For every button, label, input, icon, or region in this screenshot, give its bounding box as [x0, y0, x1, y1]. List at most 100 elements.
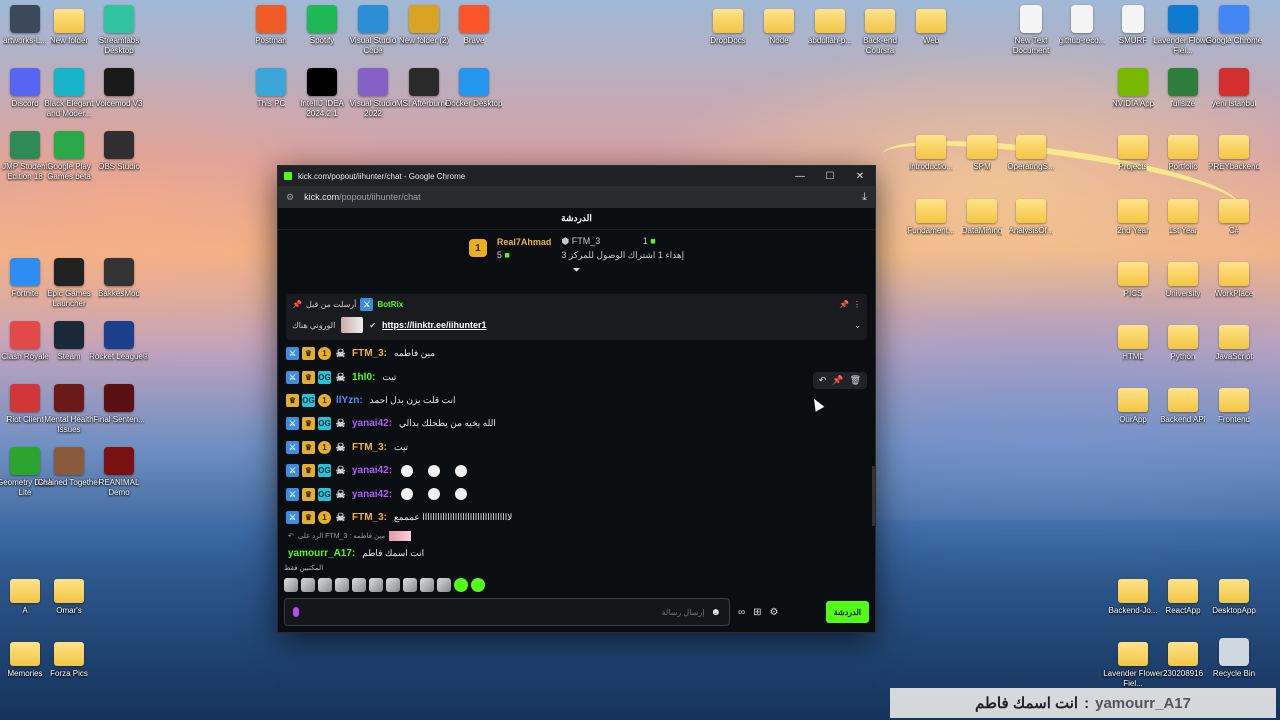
leader-second-name[interactable]: FTM_3 [572, 236, 601, 246]
desktop-icon[interactable]: C# [1202, 195, 1266, 236]
desktop-icon[interactable]: Forza Pics [37, 638, 101, 679]
chat-username[interactable]: FTM_3: [352, 348, 387, 359]
chat-message[interactable]: ⚔ ♛ 1 ☠ FTM_3: مين فاطمه [286, 342, 867, 365]
desktop-icon[interactable]: WorkPlace [1202, 258, 1266, 299]
chat-message[interactable]: ♛ OG 1 llYzn: انت قلت يزن بدل احمد [286, 389, 867, 412]
close-button[interactable]: ✕ [845, 166, 875, 186]
chat-messages: ⚔ ♛ 1 ☠ FTM_3: مين فاطمه ⚔ ♛ OG ☠ 1hl0: تيت ♛ OG 1 llYz… [286, 342, 867, 566]
leader-first-name[interactable]: Real7Ahmad [497, 237, 552, 247]
mic-icon[interactable] [293, 607, 299, 617]
emote-icon[interactable] [454, 578, 468, 592]
pinned-bot-name[interactable]: BotRix [377, 300, 403, 309]
emote-icon[interactable] [471, 578, 485, 592]
desktop-icon[interactable]: AnalysisOf... [999, 195, 1063, 236]
reply-icon[interactable]: ↶ [819, 375, 827, 386]
desktop-icon[interactable]: Brave [442, 5, 506, 46]
chat-username[interactable]: yanai42: [352, 489, 392, 500]
desktop-icon[interactable]: OBS Studio [87, 131, 151, 172]
chevron-down-icon[interactable]: ⌄ [854, 321, 861, 330]
desktop-icon[interactable]: Rocket League® [87, 321, 151, 362]
emoji-icon[interactable]: ☻ [710, 607, 721, 618]
desktop-icon[interactable]: DesktopApp [1202, 575, 1266, 616]
pinned-message-prefix: الوروني هناك [292, 320, 336, 330]
send-chat-button[interactable]: الدردشة [825, 601, 869, 623]
infinity-icon[interactable]: ∞ [738, 607, 745, 618]
desktop-icon[interactable]: OperatingS... [999, 131, 1063, 172]
folder-icon [54, 642, 84, 666]
url-text[interactable]: kick.com/popout/iihunter/chat [304, 192, 862, 202]
unpin-icon[interactable]: 📌 [839, 300, 849, 309]
chat-username[interactable]: yanai42: [352, 465, 392, 476]
minimize-button[interactable]: — [785, 166, 815, 186]
desktop-icon-label: Steam [57, 352, 81, 361]
gifter-badge-icon: 1 [318, 510, 331, 524]
chat-username[interactable]: llYzn: [336, 395, 363, 406]
emote-icon[interactable] [437, 578, 451, 592]
desktop-icon[interactable]: JavaScript [1202, 321, 1266, 362]
desktop-icon-label: Final Senten... [93, 415, 145, 424]
desktop-icon[interactable]: REANIMAL Demo [87, 447, 151, 498]
emote-icon[interactable] [369, 578, 383, 592]
chat-input[interactable] [305, 607, 705, 617]
chat-scrollbar[interactable] [872, 466, 875, 526]
desktop-icon[interactable]: Omar's [37, 575, 101, 616]
chat-input-box[interactable]: ☻ [284, 598, 730, 626]
leader-first-count: 5 [496, 249, 502, 260]
reply-icon: ↶ [288, 532, 294, 540]
desktop-icon[interactable]: Web [899, 5, 963, 46]
emote-icon[interactable] [386, 578, 400, 592]
chat-message[interactable]: yamourr_A17: انت اسمك فاطم [286, 542, 867, 565]
emote-icon[interactable] [284, 578, 298, 592]
chat-username[interactable]: yanai42: [352, 418, 392, 429]
reply-reference[interactable]: ↶ الرد على FTM_3 : مين فاطمه [286, 529, 867, 542]
chat-message[interactable]: ⚔ ♛ OG ☠ 1hl0: تيت [286, 365, 867, 388]
maximize-button[interactable]: ☐ [815, 166, 845, 186]
chat-message[interactable]: ⚔ ♛ 1 ☠ FTM_3: تيت [286, 436, 867, 459]
emote-icon[interactable] [403, 578, 417, 592]
emote-icon[interactable] [352, 578, 366, 592]
desktop-icon-label: Voicemod V3 [95, 99, 143, 108]
desktop-icon[interactable]: Streamlabs Desktop [87, 5, 151, 56]
desktop-icon-label: PICS [1123, 289, 1143, 298]
desktop-icon[interactable]: Frontend [1202, 384, 1266, 425]
pinned-link[interactable]: https://linktr.ee/iihunter1 [382, 320, 487, 330]
desktop-icon-label: fullsize [1170, 99, 1196, 108]
collapse-arrow-icon[interactable]: ⏷ [278, 266, 875, 278]
desktop-icon[interactable]: yeni istanbul [1202, 68, 1266, 109]
desktop-icon[interactable]: Google Chrome [1202, 5, 1266, 46]
folder-icon [1219, 388, 1249, 412]
emote-icon[interactable] [335, 578, 349, 592]
settings-icon[interactable]: ⚙ [770, 607, 779, 618]
gift-icon[interactable]: ⊞ [753, 607, 761, 618]
desktop-icon[interactable]: Docker Desktop [442, 68, 506, 109]
desktop-icon[interactable]: Recycle Bin [1202, 638, 1266, 679]
chat-message[interactable]: ⚔ ♛ OG ☠ yanai42: [286, 459, 867, 482]
desktop-icon[interactable]: BakkesMod [87, 258, 151, 299]
chat-username[interactable]: yamourr_A17: [288, 548, 355, 559]
pinned-header: 📌 أرسلت من قبل ⚔ BotRix 📌 ⋮ [292, 298, 861, 311]
chat-message[interactable]: ⚔ ♛ OG ☠ yanai42: الله يخيه من يطحلك بدالي [286, 412, 867, 435]
emote-icon[interactable] [318, 578, 332, 592]
chat-message[interactable]: ⚔ ♛ OG ☠ yanai42: [286, 482, 867, 505]
desktop-icon[interactable]: Final Senten... [87, 384, 151, 425]
emote-bar-label: المكتبين فقط [284, 565, 324, 572]
vip-crown-icon: ♛ [302, 487, 315, 501]
more-options-icon[interactable]: ⋮ [853, 300, 861, 309]
chat-username[interactable]: 1hl0: [352, 372, 375, 383]
desktop-icon-label: Portfolio [1168, 162, 1198, 171]
chat-message[interactable]: ⚔ ♛ 1 ☠ FTM_3: لااااااااااااااااااااااااااااا… [286, 506, 867, 529]
chat-username[interactable]: FTM_3: [352, 512, 387, 523]
moderator-badge-icon: ⚔ [286, 440, 299, 454]
desktop-icon[interactable]: PREYbackend [1202, 131, 1266, 172]
chat-username[interactable]: FTM_3: [352, 442, 387, 453]
delete-icon[interactable]: 🗑 [850, 375, 861, 386]
site-info-icon[interactable]: ⚙ [286, 192, 294, 203]
emote-icon[interactable] [301, 578, 315, 592]
emote-icon[interactable] [420, 578, 434, 592]
address-bar[interactable]: ⚙ kick.com/popout/iihunter/chat ⤓ [278, 186, 875, 208]
desktop-icon[interactable]: Voicemod V3 [87, 68, 151, 109]
desktop-icon-label: Frontend [1217, 415, 1251, 424]
desktop-icon-label: SMURF [1118, 36, 1148, 45]
pin-message-icon[interactable]: 📌 [832, 375, 843, 386]
download-icon[interactable]: ⤓ [862, 191, 867, 204]
